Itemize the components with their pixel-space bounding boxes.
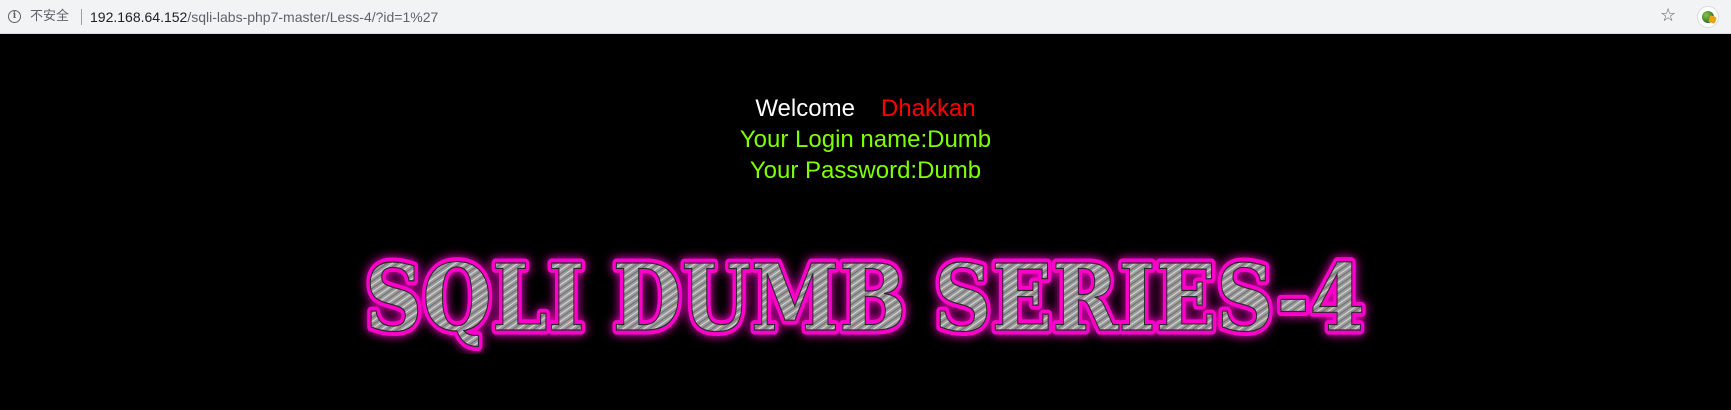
info-icon[interactable]: i (8, 10, 21, 23)
security-status-label[interactable]: 不安全 (30, 8, 69, 26)
welcome-text: Welcome (755, 95, 855, 122)
bookmark-star-icon[interactable]: ☆ (1660, 6, 1676, 26)
browser-address-bar: i 不安全 192.168.64.152/sqli-labs-php7-mast… (0, 0, 1731, 34)
divider (81, 9, 82, 25)
login-name-text: Your Login name:Dumb (739, 126, 992, 153)
password-text: Your Password:Dumb (749, 157, 982, 184)
page-content: Welcome Dhakkan Your Login name:Dumb Your… (0, 34, 1731, 410)
welcome-name: Dhakkan (880, 95, 976, 122)
url-host: 192.168.64.152 (90, 9, 188, 25)
welcome-line: Welcome Dhakkan (0, 94, 1731, 124)
extension-icon[interactable] (1697, 6, 1719, 28)
series-banner: SQLI DUMB SERIES-4 SQLI DUMB SERIES-4 (361, 244, 1370, 354)
banner-title: SQLI DUMB SERIES-4 (365, 244, 1365, 352)
url-field[interactable]: 192.168.64.152/sqli-labs-php7-master/Les… (90, 8, 438, 26)
url-path: /sqli-labs-php7-master/Less-4/?id=1%27 (187, 9, 439, 25)
